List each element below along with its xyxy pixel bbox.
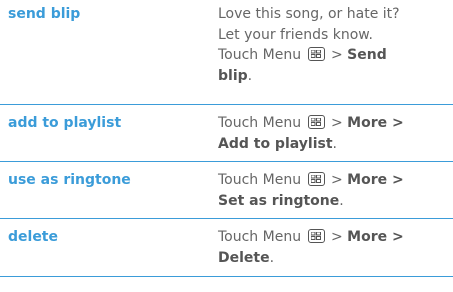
menu-key-icon	[307, 47, 325, 61]
divider	[0, 218, 453, 219]
description-send-blip: Love this song, or hate it? Let your fri…	[218, 4, 453, 86]
action-label: Add to playlist	[218, 135, 333, 152]
term-send-blip: send blip	[8, 6, 81, 22]
touch-menu-text: Touch Menu	[218, 47, 302, 63]
divider	[0, 104, 453, 105]
touch-menu-text: Touch Menu	[218, 172, 302, 188]
term-delete: delete	[8, 229, 58, 245]
period: .	[269, 249, 275, 266]
action-label: More >	[347, 172, 404, 188]
touch-menu-text: Touch Menu	[218, 115, 302, 131]
divider	[0, 276, 453, 277]
separator: >	[330, 172, 343, 188]
action-label: blip	[218, 67, 248, 84]
action-label: More >	[347, 229, 404, 245]
separator: >	[330, 47, 343, 63]
action-label: Send	[347, 47, 387, 63]
touch-menu-text: Touch Menu	[218, 229, 302, 245]
description-add-to-playlist: Touch Menu > More > Add to playlist.	[218, 113, 453, 154]
divider	[0, 161, 453, 162]
separator: >	[330, 115, 343, 131]
menu-key-icon	[307, 229, 325, 243]
action-label: More >	[347, 115, 404, 131]
description-line: Let your friends know.	[218, 26, 373, 43]
period: .	[247, 67, 253, 84]
separator: >	[330, 229, 343, 245]
period: .	[332, 135, 337, 152]
action-label: Set as ringtone	[218, 192, 340, 209]
term-use-as-ringtone: use as ringtone	[8, 172, 131, 188]
description-delete: Touch Menu > More > Delete.	[218, 227, 453, 268]
description-line: Love this song, or hate it?	[218, 6, 400, 22]
action-label: Delete	[218, 249, 270, 266]
menu-key-icon	[307, 115, 325, 129]
period: .	[339, 192, 344, 209]
menu-key-icon	[307, 172, 325, 186]
description-use-as-ringtone: Touch Menu > More > Set as ringtone.	[218, 170, 453, 211]
term-add-to-playlist: add to playlist	[8, 115, 122, 131]
